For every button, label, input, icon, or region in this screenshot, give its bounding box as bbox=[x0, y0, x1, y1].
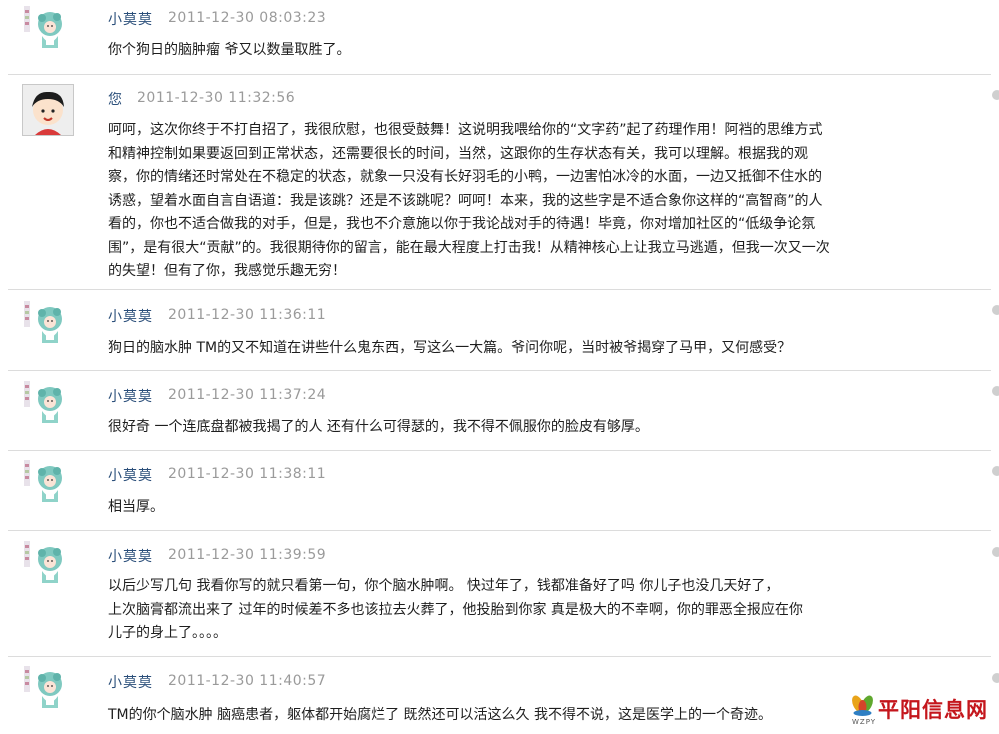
comment-line: 你个狗日的脑肿瘤 爷又以数量取胜了。 bbox=[108, 42, 351, 58]
doll-avatar-icon bbox=[24, 301, 62, 343]
doll-avatar[interactable] bbox=[22, 379, 72, 429]
doll-avatar-icon bbox=[24, 381, 62, 423]
comment-line: 看的，你也不适合做我的对手，但是，我也不介意施以你于我论战对手的待遇！毕竟，你对… bbox=[108, 216, 816, 232]
doll-avatar-icon bbox=[24, 666, 62, 708]
comment-author[interactable]: 小莫莫 bbox=[108, 9, 153, 29]
comment-text: 你个狗日的脑肿瘤 爷又以数量取胜了。 bbox=[108, 39, 888, 63]
doll-avatar-icon bbox=[24, 541, 62, 583]
comment-line: TM的你个脑水肿 脑癌患者，躯体都开始腐烂了 既然还可以活这么久 我不得不说，这… bbox=[108, 707, 772, 723]
action-dot[interactable] bbox=[992, 305, 999, 315]
doll-avatar[interactable] bbox=[22, 664, 72, 714]
watermark-name: 平阳信息网 bbox=[878, 698, 988, 722]
comment-line: 狗日的脑水肿 TM的又不知道在讲些什么鬼东西，写这么一大篇。爷问你呢，当时被爷揭… bbox=[108, 340, 792, 356]
comment-time: 2011-12-30 11:37:24 bbox=[168, 387, 327, 403]
comment-text: 呵呵，这次你终于不打自招了，我很欣慰，也很受鼓舞！这说明我喂给你的“文字药”起了… bbox=[108, 119, 888, 284]
comment-time: 2011-12-30 11:40:57 bbox=[168, 673, 327, 689]
action-dot[interactable] bbox=[992, 386, 999, 396]
doll-avatar[interactable] bbox=[22, 299, 72, 349]
comment-line: 很好奇 一个连底盘都被我揭了的人 还有什么可得瑟的，我不得不佩服你的脸皮有够厚。 bbox=[108, 419, 649, 435]
comment-divider bbox=[8, 74, 991, 75]
comment-line: 的失望！但有了你，我感觉乐趣无穷！ bbox=[108, 263, 346, 279]
flower-logo-icon bbox=[852, 695, 873, 716]
action-dot[interactable] bbox=[992, 673, 999, 683]
comment-line: 相当厚。 bbox=[108, 499, 164, 515]
doll-avatar[interactable] bbox=[22, 539, 72, 589]
comment-text: 狗日的脑水肿 TM的又不知道在讲些什么鬼东西，写这么一大篇。爷问你呢，当时被爷揭… bbox=[108, 337, 888, 361]
comment-line: 上次脑膏都流出来了 过年的时候差不多也该拉去火葬了，他投胎到你家 真是极大的不幸… bbox=[108, 601, 803, 618]
comment-time: 2011-12-30 11:32:56 bbox=[137, 90, 296, 106]
comment-line: 呵呵，这次你终于不打自招了，我很欣慰，也很受鼓舞！这说明我喂给你的“文字药”起了… bbox=[108, 122, 823, 138]
comment-divider bbox=[8, 656, 991, 657]
comment-time: 2011-12-30 11:39:59 bbox=[168, 547, 327, 563]
comment-text: 以后少写几句 我看你写的就只看第一句，你个脑水肿啊。 快过年了，钱都准备好了吗 … bbox=[108, 575, 888, 646]
comment-text: 相当厚。 bbox=[108, 496, 888, 520]
comment-author[interactable]: 小莫莫 bbox=[108, 306, 153, 326]
comment-author[interactable]: 小莫莫 bbox=[108, 465, 153, 485]
comment-divider bbox=[8, 530, 991, 531]
comment-time: 2011-12-30 11:38:11 bbox=[168, 466, 327, 482]
comment-line: 诱惑，望着水面自言自语道：我是该跳？还是不该跳呢？呵呵！本来，我的这些字是不适合… bbox=[108, 192, 823, 209]
comment-author[interactable]: 小莫莫 bbox=[108, 546, 153, 566]
action-dot[interactable] bbox=[992, 547, 999, 557]
comment-divider bbox=[8, 289, 991, 290]
comment-author[interactable]: 小莫莫 bbox=[108, 386, 153, 406]
doll-avatar[interactable] bbox=[22, 4, 72, 54]
action-dot[interactable] bbox=[992, 466, 999, 476]
comment-line: 和精神控制如果要返回到正常状态，还需要很长的时间，当然，这跟你的生存状态有关，我… bbox=[108, 145, 808, 162]
doll-avatar-icon bbox=[24, 6, 62, 48]
watermark-sub: WZPY bbox=[852, 718, 877, 726]
comment-text: 很好奇 一个连底盘都被我揭了的人 还有什么可得瑟的，我不得不佩服你的脸皮有够厚。 bbox=[108, 416, 888, 440]
comment-line: 察，你的情绪还时常处在不稳定的状态，就象一只没有长好羽毛的小鸭，一边害怕冰冷的水… bbox=[108, 169, 822, 185]
comment-line: 以后少写几句 我看你写的就只看第一句，你个脑水肿啊。 快过年了，钱都准备好了吗 … bbox=[108, 578, 780, 594]
site-watermark: 平阳信息网 WZPY bbox=[848, 694, 996, 728]
boy-avatar[interactable] bbox=[22, 84, 74, 136]
comment-line: 围”，是有很大“贡献”的。我很期待你的留言，能在最大程度上打击我！从精神核心上让… bbox=[108, 239, 830, 256]
comment-line: 儿子的身上了。。。。 bbox=[108, 625, 227, 641]
doll-avatar[interactable] bbox=[22, 458, 72, 508]
doll-avatar-icon bbox=[24, 460, 62, 502]
action-dot[interactable] bbox=[992, 90, 999, 100]
comment-time: 2011-12-30 08:03:23 bbox=[168, 10, 327, 26]
comment-text: TM的你个脑水肿 脑癌患者，躯体都开始腐烂了 既然还可以活这么久 我不得不说，这… bbox=[108, 704, 848, 728]
comment-divider bbox=[8, 370, 991, 371]
comment-time: 2011-12-30 11:36:11 bbox=[168, 307, 327, 323]
boy-avatar-icon bbox=[23, 85, 73, 135]
comment-author[interactable]: 您 bbox=[108, 89, 123, 109]
comment-divider bbox=[8, 450, 991, 451]
comment-author[interactable]: 小莫莫 bbox=[108, 672, 153, 692]
